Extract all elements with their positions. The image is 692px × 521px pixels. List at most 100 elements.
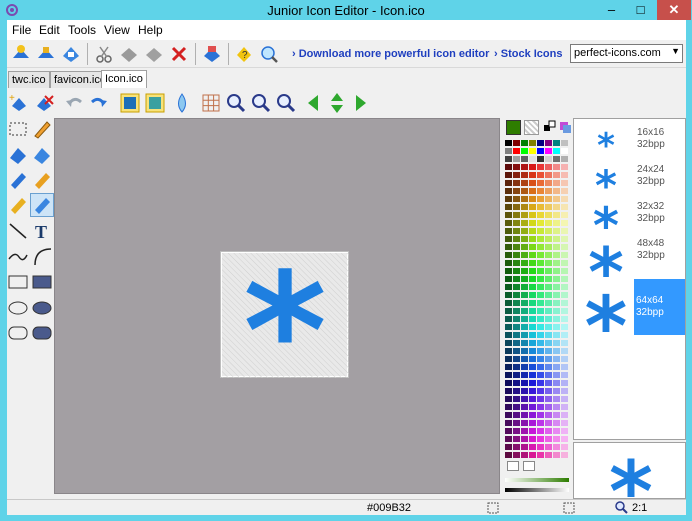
palette-swatch[interactable] (545, 372, 552, 378)
menu-view[interactable]: View (104, 23, 130, 37)
palette-swatch[interactable] (545, 252, 552, 258)
palette-swatch[interactable] (553, 380, 560, 386)
palette-swatch[interactable] (529, 348, 536, 354)
palette-swatch[interactable] (553, 420, 560, 426)
palette-swatch[interactable] (505, 380, 512, 386)
palette-swatch[interactable] (505, 268, 512, 274)
palette-swatch[interactable] (513, 396, 520, 402)
palette-swatch[interactable] (537, 452, 544, 458)
palette-swatch[interactable] (537, 340, 544, 346)
move-left-icon[interactable] (305, 92, 327, 114)
palette-swatch[interactable] (561, 348, 568, 354)
palette-swatch[interactable] (505, 252, 512, 258)
palette-swatch[interactable] (529, 140, 536, 146)
palette-swatch[interactable] (561, 340, 568, 346)
palette-swatch[interactable] (529, 420, 536, 426)
palette-swatch[interactable] (529, 148, 536, 154)
palette-swatch[interactable] (513, 180, 520, 186)
palette-swatch[interactable] (505, 428, 512, 434)
palette-swatch[interactable] (521, 276, 528, 282)
background-color-swatch[interactable] (524, 120, 539, 135)
palette-swatch[interactable] (505, 364, 512, 370)
palette-swatch[interactable] (537, 164, 544, 170)
palette-swatch[interactable] (537, 204, 544, 210)
palette-swatch[interactable] (505, 316, 512, 322)
palette-swatch[interactable] (513, 316, 520, 322)
maximize-button[interactable]: □ (627, 0, 654, 20)
palette-swatch[interactable] (529, 260, 536, 266)
palette-swatch[interactable] (513, 372, 520, 378)
palette-swatch[interactable] (521, 332, 528, 338)
palette-swatch[interactable] (561, 180, 568, 186)
palette-swatch[interactable] (529, 340, 536, 346)
palette-swatch[interactable] (561, 420, 568, 426)
palette-swatch[interactable] (561, 284, 568, 290)
palette-swatch[interactable] (513, 420, 520, 426)
palette-swatch[interactable] (545, 212, 552, 218)
palette-swatch[interactable] (553, 180, 560, 186)
palette-swatch[interactable] (537, 140, 544, 146)
palette-swatch[interactable] (537, 188, 544, 194)
palette-swatch[interactable] (561, 220, 568, 226)
palette-swatch[interactable] (545, 180, 552, 186)
palette-swatch[interactable] (513, 284, 520, 290)
size-item[interactable]: * 48x48 32bpp (574, 234, 685, 278)
palette-swatch[interactable] (505, 444, 512, 450)
palette-swatch[interactable] (521, 236, 528, 242)
palette-swatch[interactable] (513, 340, 520, 346)
palette-swatch[interactable] (505, 284, 512, 290)
palette-swatch[interactable] (521, 348, 528, 354)
brightness-slider[interactable] (505, 488, 569, 492)
palette-swatch[interactable] (505, 260, 512, 266)
palette-swatch[interactable] (561, 292, 568, 298)
palette-swatch[interactable] (561, 140, 568, 146)
add-image-icon[interactable]: + (8, 92, 30, 114)
palette-swatch[interactable] (513, 324, 520, 330)
palette-swatch[interactable] (553, 140, 560, 146)
zoom-text-icon[interactable] (275, 92, 297, 114)
import-icon[interactable] (201, 43, 223, 65)
palette-swatch[interactable] (561, 156, 568, 162)
palette-swatch[interactable] (529, 444, 536, 450)
palette-swatch[interactable] (561, 372, 568, 378)
palette-swatch[interactable] (537, 404, 544, 410)
palette-swatch[interactable] (529, 380, 536, 386)
palette-swatch[interactable] (545, 196, 552, 202)
palette-swatch[interactable] (529, 196, 536, 202)
palette-swatch[interactable] (529, 404, 536, 410)
palette-swatch[interactable] (521, 148, 528, 154)
palette-swatch[interactable] (553, 356, 560, 362)
palette-swatch[interactable] (513, 444, 520, 450)
palette-swatch[interactable] (505, 300, 512, 306)
copy-icon[interactable] (118, 43, 140, 65)
palette-swatch[interactable] (537, 228, 544, 234)
palette-swatch[interactable] (553, 292, 560, 298)
palette-swatch[interactable] (505, 292, 512, 298)
tab-icon[interactable]: Icon.ico (101, 70, 147, 88)
palette-swatch[interactable] (505, 236, 512, 242)
palette-swatch[interactable] (521, 220, 528, 226)
palette-swatch[interactable] (505, 204, 512, 210)
save-icon[interactable] (60, 43, 82, 65)
palette-swatch[interactable] (545, 188, 552, 194)
palette-swatch[interactable] (513, 244, 520, 250)
transparent-swatch[interactable] (507, 461, 519, 471)
palette-swatch[interactable] (561, 252, 568, 258)
palette-swatch[interactable] (537, 276, 544, 282)
tab-twc[interactable]: twc.ico (8, 71, 50, 88)
foreground-color-swatch[interactable] (506, 120, 521, 135)
palette-swatch[interactable] (529, 452, 536, 458)
palette-swatch[interactable] (529, 356, 536, 362)
palette-swatch[interactable] (505, 340, 512, 346)
palette-swatch[interactable] (521, 164, 528, 170)
palette-swatch[interactable] (537, 292, 544, 298)
palette-swatch[interactable] (537, 156, 544, 162)
palette-swatch[interactable] (513, 172, 520, 178)
palette-swatch[interactable] (545, 244, 552, 250)
menu-edit[interactable]: Edit (39, 23, 60, 37)
palette-swatch[interactable] (513, 252, 520, 258)
palette-swatch[interactable] (505, 140, 512, 146)
palette-swatch[interactable] (505, 188, 512, 194)
palette-swatch[interactable] (545, 220, 552, 226)
palette-swatch[interactable] (537, 356, 544, 362)
